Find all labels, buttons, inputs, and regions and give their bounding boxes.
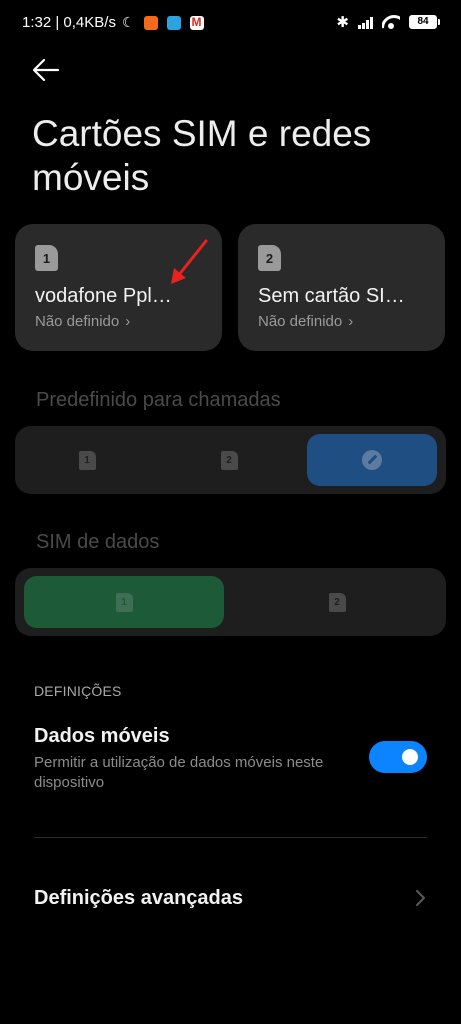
- data-sim-selector: 1 2: [15, 568, 446, 636]
- status-bar: 1:32 | 0,4KB/s ☾ ✱ 84: [0, 0, 461, 46]
- status-left: 1:32 | 0,4KB/s ☾: [22, 14, 204, 31]
- calls-default-header: Predefinido para chamadas: [36, 389, 281, 411]
- app-notification-icon: [143, 15, 158, 30]
- back-arrow-icon: [32, 58, 60, 82]
- bluetooth-icon: ✱: [336, 14, 349, 31]
- mobile-data-description: Permitir a utilização de dados móveis ne…: [34, 754, 324, 791]
- sim-2-icon: 2: [328, 592, 346, 612]
- moon-icon: ☾: [121, 14, 135, 30]
- sim-card-1[interactable]: 1 vodafone Ppl… Não definido ›: [15, 224, 222, 351]
- chevron-right-icon: [416, 890, 425, 906]
- calls-option-ask[interactable]: [307, 434, 437, 486]
- data-sim-header: SIM de dados: [36, 531, 160, 553]
- back-button[interactable]: [30, 56, 62, 84]
- signal-icon: [358, 16, 373, 29]
- mobile-data-toggle[interactable]: [369, 741, 427, 773]
- chevron-right-icon: ›: [125, 313, 131, 330]
- data-option-sim-2[interactable]: 2: [237, 576, 437, 628]
- battery-level: 84: [417, 16, 429, 27]
- mobile-data-title: Dados móveis: [34, 725, 170, 747]
- data-option-sim-1[interactable]: 1: [24, 576, 224, 628]
- sim-2-status: Não definido: [258, 313, 343, 330]
- sim-1-icon: 1: [115, 592, 133, 612]
- telegram-icon: [166, 15, 181, 30]
- status-time-speed: 1:32 | 0,4KB/s: [22, 14, 116, 31]
- sim-2-icon: 2: [258, 245, 281, 271]
- calls-default-selector: 1 2: [15, 426, 446, 494]
- sim-card-2[interactable]: 2 Sem cartão SI… Não definido ›: [238, 224, 445, 351]
- sim-1-icon: 1: [78, 450, 96, 470]
- battery-icon: 84: [409, 15, 440, 29]
- sim-2-icon: 2: [220, 450, 238, 470]
- gmail-icon: [189, 15, 204, 30]
- edit-icon: [362, 450, 382, 470]
- sim-1-name: vodafone Ppl…: [35, 285, 172, 307]
- settings-section-label: DEFINIÇÕES: [34, 683, 122, 699]
- calls-option-sim-1[interactable]: 1: [23, 434, 151, 486]
- sim-2-status-row: Não definido ›: [258, 313, 353, 330]
- status-right: ✱ 84: [336, 13, 440, 31]
- sim-1-status-row: Não definido ›: [35, 313, 130, 330]
- calls-option-sim-2[interactable]: 2: [165, 434, 293, 486]
- page-title: Cartões SIM e redes móveis: [32, 113, 372, 198]
- sim-2-name: Sem cartão SI…: [258, 285, 405, 307]
- divider: [34, 837, 427, 838]
- chevron-right-icon: ›: [348, 313, 354, 330]
- advanced-settings-title: Definições avançadas: [34, 887, 243, 909]
- toggle-knob: [402, 749, 418, 765]
- sim-1-icon: 1: [35, 245, 58, 271]
- wifi-icon: [382, 15, 400, 29]
- sim-1-status: Não definido: [35, 313, 120, 330]
